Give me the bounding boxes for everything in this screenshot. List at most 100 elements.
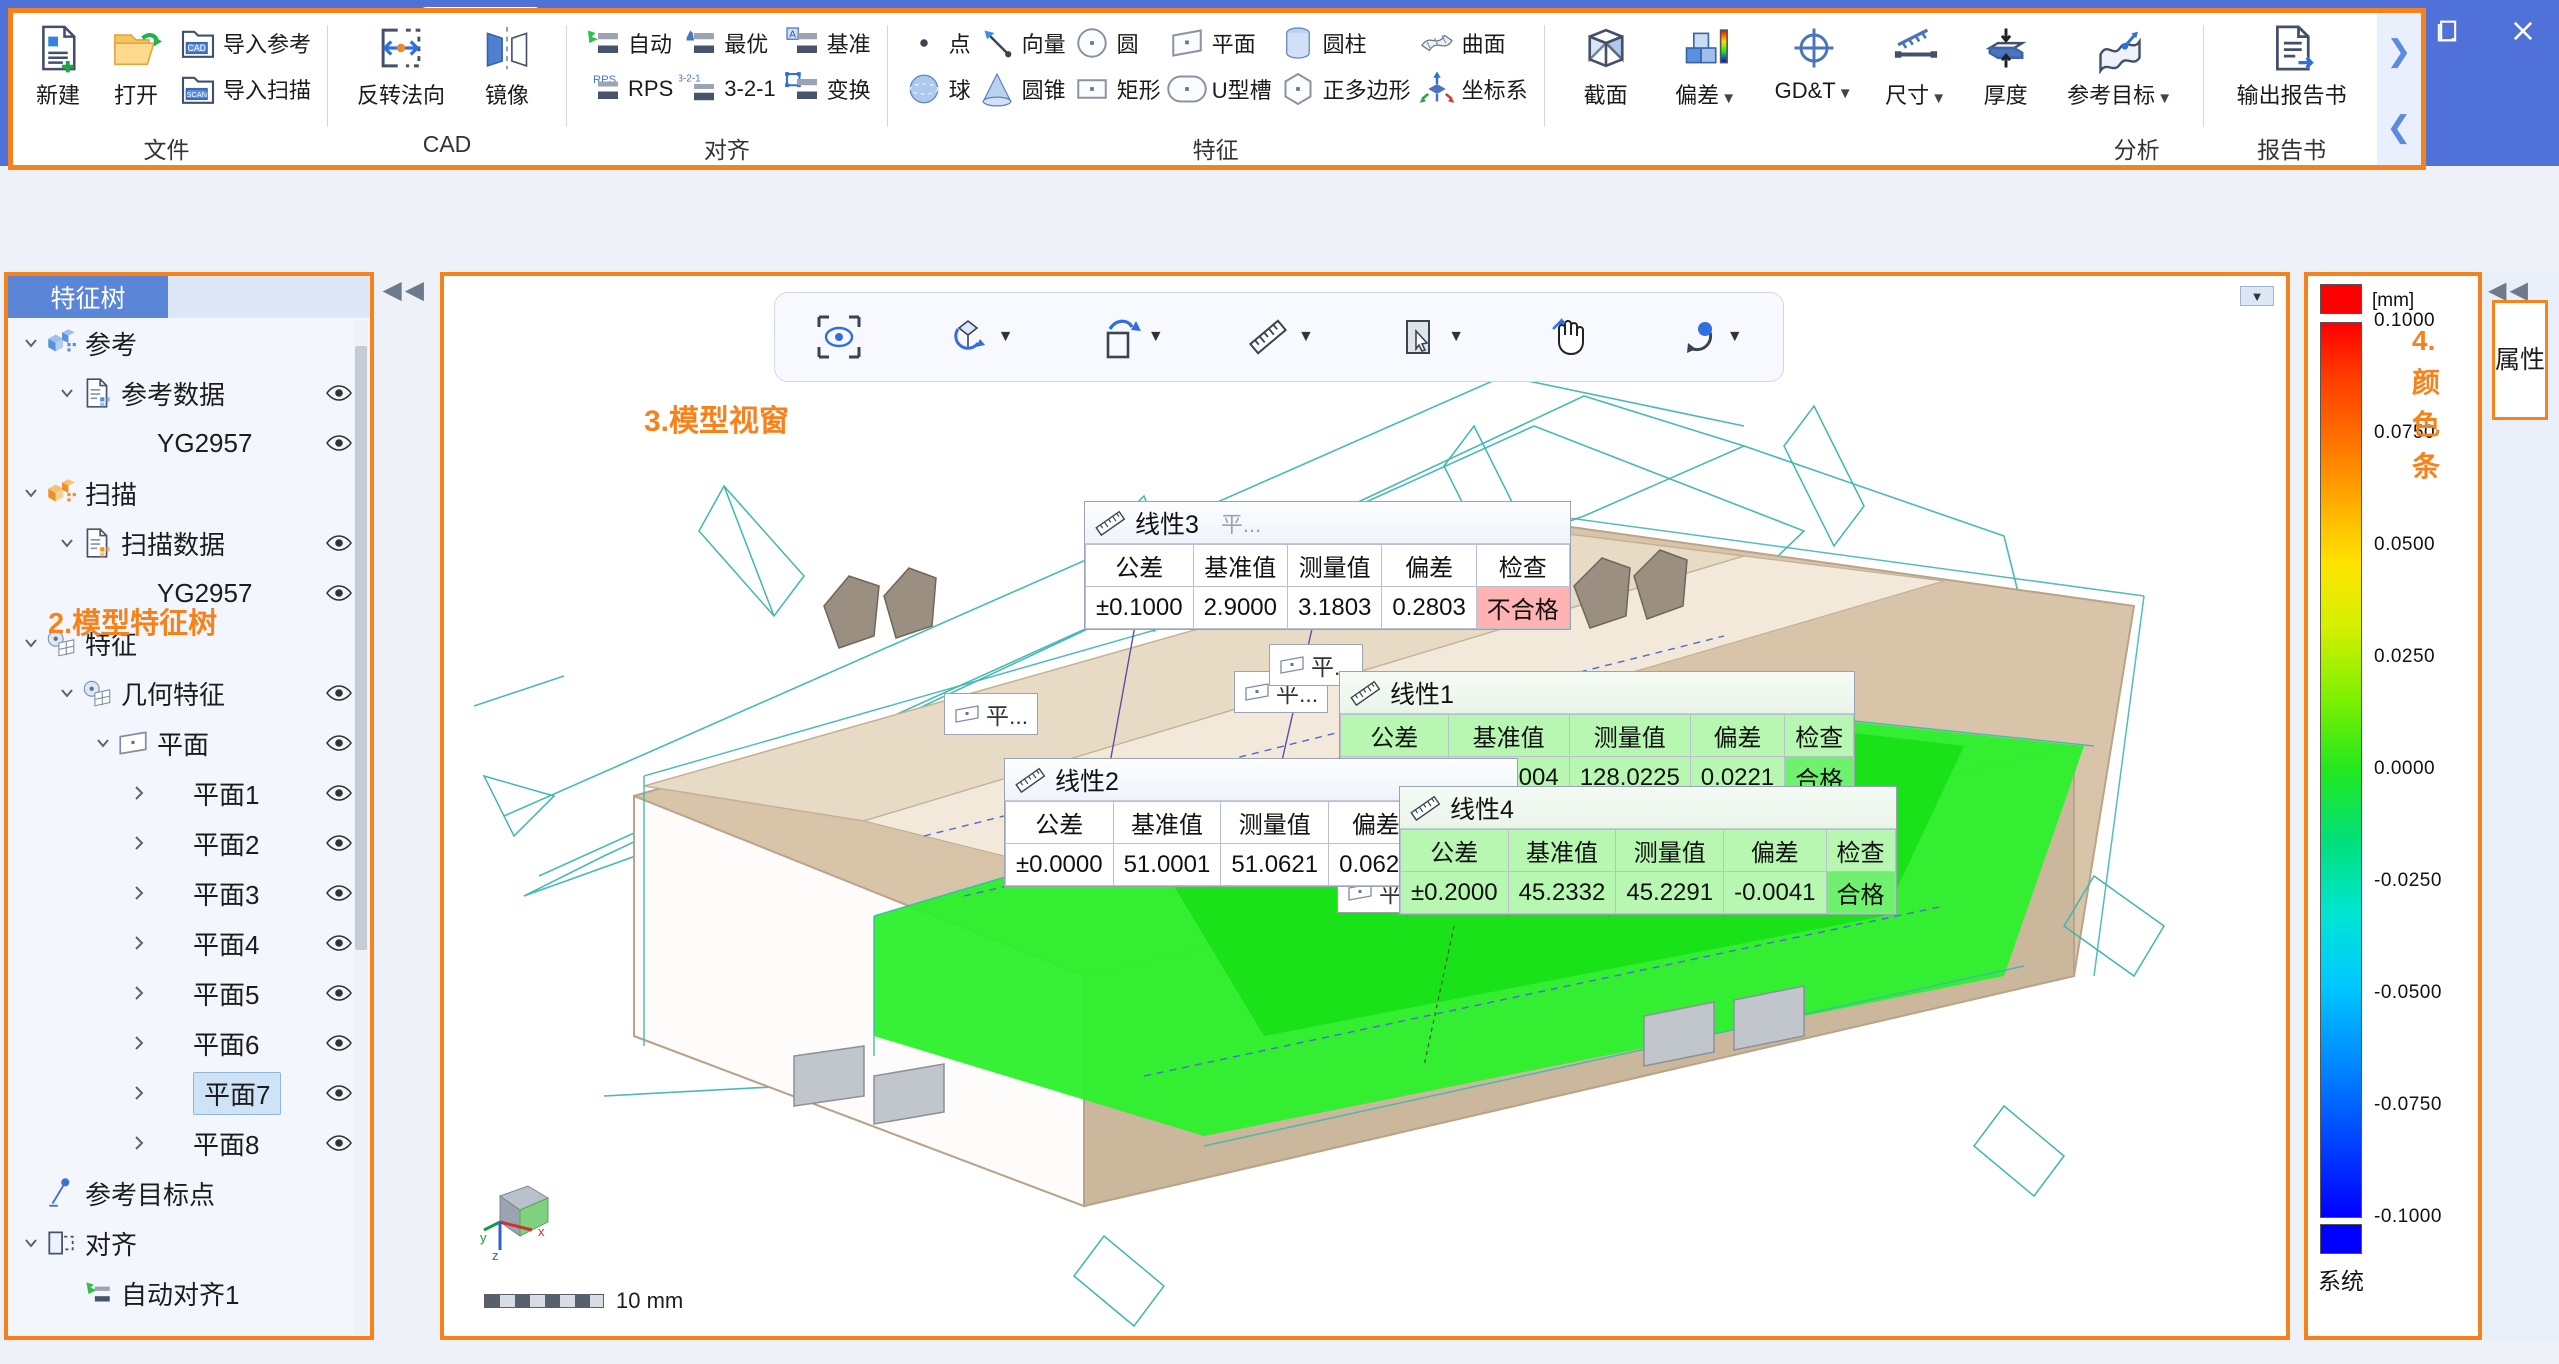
visibility-eye-icon[interactable]: [326, 733, 352, 753]
chevron-down-icon[interactable]: ▼: [1448, 328, 1464, 346]
ribbon-button-surface[interactable]: 曲面: [1414, 20, 1531, 65]
ribbon-button-open[interactable]: 打开: [97, 20, 175, 110]
tree-item-3[interactable]: 扫描: [8, 468, 370, 518]
tree-item-8[interactable]: 平面: [8, 718, 370, 768]
tree-item-16[interactable]: 平面8: [8, 1118, 370, 1168]
viewport-tool-measure-ruler[interactable]: ▼: [1244, 313, 1314, 361]
chevron-down-icon[interactable]: [18, 1230, 44, 1256]
collapse-left-icon[interactable]: ◀: [383, 275, 402, 305]
ribbon-button-new[interactable]: 新建: [19, 20, 97, 110]
dropdown-chip-icon[interactable]: ▼: [2240, 286, 2274, 306]
tree-item-7[interactable]: 几何特征: [8, 668, 370, 718]
tree-item-15[interactable]: 平面7: [8, 1068, 370, 1118]
chevron-down-icon[interactable]: [18, 330, 44, 356]
chevron-down-icon[interactable]: ▼: [1838, 85, 1853, 102]
chevron-down-icon[interactable]: [54, 680, 80, 706]
tab-properties[interactable]: 属性: [2492, 300, 2548, 420]
ribbon-button-polygon[interactable]: 正多边形: [1275, 66, 1414, 111]
ribbon-button-321-align[interactable]: 3-2-1 3-2-1: [676, 66, 778, 111]
visibility-eye-icon[interactable]: [326, 1133, 352, 1153]
chevron-down-icon[interactable]: ▼: [998, 328, 1014, 346]
ribbon-button-import-cad[interactable]: CAD 导入参考: [175, 20, 314, 65]
chevron-down-icon[interactable]: ▼: [1931, 90, 1946, 107]
chevron-right-icon[interactable]: [126, 780, 152, 806]
visibility-eye-icon[interactable]: [326, 983, 352, 1003]
ribbon-button-export-report[interactable]: 输出报告书: [2217, 20, 2367, 110]
ribbon-button-thickness[interactable]: 厚度: [1962, 20, 2050, 110]
collapse-left-icon[interactable]: ◀: [405, 275, 424, 305]
visibility-eye-icon[interactable]: [326, 583, 352, 603]
tree-item-2[interactable]: YG2957: [8, 418, 370, 468]
model-viewport[interactable]: ▼▼▼▼▼ ▼ 3.模型视窗 平...平...平...平...平...平...平…: [440, 272, 2290, 1340]
chevron-right-icon[interactable]: [126, 1030, 152, 1056]
ribbon-button-circle[interactable]: 圆: [1069, 20, 1164, 65]
tree-item-1[interactable]: 参考数据: [8, 368, 370, 418]
ribbon-button-rectangle[interactable]: 矩形: [1069, 66, 1164, 111]
visibility-eye-icon[interactable]: [326, 933, 352, 953]
ribbon-button-auto-align[interactable]: 自动: [580, 20, 676, 65]
chevron-down-icon[interactable]: ▼: [1298, 328, 1314, 346]
ribbon-button-vector[interactable]: 向量: [974, 20, 1069, 65]
restore-icon[interactable]: [2427, 11, 2467, 51]
ribbon-button-reference-target[interactable]: 参考目标 ▼: [2050, 20, 2190, 110]
ribbon-button-flip-normal[interactable]: 反转法向: [341, 20, 461, 110]
chevron-down-icon[interactable]: ▼: [1727, 328, 1743, 346]
ribbon-button-cone[interactable]: 圆锥: [974, 66, 1069, 111]
chevron-right-icon[interactable]: [126, 1080, 152, 1106]
ribbon-button-dimension[interactable]: 尺寸 ▼: [1870, 20, 1962, 110]
tree-item-9[interactable]: 平面1: [8, 768, 370, 818]
chevron-right-icon[interactable]: ❯: [2386, 34, 2411, 69]
measurement-callout[interactable]: 线性4 公差 基准值 测量值 偏差 检查 ±0.2000 45.2332 45.2291 -0.0…: [1399, 786, 1897, 915]
ribbon-button-rps-align[interactable]: RPS RPS: [580, 66, 676, 111]
visibility-eye-icon[interactable]: [326, 833, 352, 853]
ribbon-button-plane[interactable]: 平面: [1164, 20, 1275, 65]
chevron-down-icon[interactable]: [18, 480, 44, 506]
chevron-right-icon[interactable]: [126, 880, 152, 906]
chevron-down-icon[interactable]: ▼: [1721, 90, 1736, 107]
chevron-down-icon[interactable]: [18, 630, 44, 656]
viewport-tool-pick-point[interactable]: ▼: [1673, 313, 1743, 361]
visibility-eye-icon[interactable]: [326, 783, 352, 803]
chevron-down-icon[interactable]: ▼: [2157, 90, 2172, 107]
ribbon-button-datum-align[interactable]: A 基准: [779, 20, 874, 65]
chevron-right-icon[interactable]: [126, 930, 152, 956]
ribbon-button-transform[interactable]: 变换: [779, 66, 874, 111]
measurement-callout[interactable]: 线性3 平... 公差 基准值 测量值 偏差 检查 ±0.1000 2.9000 3.1803 0.…: [1084, 501, 1571, 630]
ribbon-button-import-scan[interactable]: SCAN 导入扫描: [175, 66, 314, 111]
tree-item-10[interactable]: 平面2: [8, 818, 370, 868]
viewport-tool-rotate-view[interactable]: ▼: [944, 313, 1014, 361]
viewport-tool-fit-view[interactable]: [815, 313, 863, 361]
chevron-left-icon[interactable]: ❮: [2386, 110, 2411, 145]
ribbon-button-section[interactable]: 截面: [1558, 20, 1654, 110]
chevron-right-icon[interactable]: [126, 1130, 152, 1156]
ribbon-button-deviation[interactable]: 偏差 ▼: [1654, 20, 1758, 110]
tree-scrollbar[interactable]: [354, 320, 368, 1334]
visibility-eye-icon[interactable]: [326, 883, 352, 903]
chevron-down-icon[interactable]: [54, 380, 80, 406]
ribbon-button-best-fit[interactable]: 最优: [676, 20, 778, 65]
visibility-eye-icon[interactable]: [326, 1033, 352, 1053]
ribbon-button-point[interactable]: 点: [901, 20, 974, 65]
viewport-tool-pan-hand[interactable]: [1545, 313, 1593, 361]
visibility-eye-icon[interactable]: [326, 533, 352, 553]
visibility-eye-icon[interactable]: [326, 683, 352, 703]
tree-item-17[interactable]: 参考目标点: [8, 1168, 370, 1218]
chevron-right-icon[interactable]: [126, 980, 152, 1006]
viewport-tool-select-rectangle[interactable]: ▼: [1394, 313, 1464, 361]
chevron-down-icon[interactable]: [54, 530, 80, 556]
visibility-eye-icon[interactable]: [326, 433, 352, 453]
close-icon[interactable]: [2503, 11, 2543, 51]
tree-item-18[interactable]: 对齐: [8, 1218, 370, 1268]
visibility-eye-icon[interactable]: [326, 383, 352, 403]
ribbon-button-coordinate-system[interactable]: 坐标系: [1414, 66, 1531, 111]
tree-item-11[interactable]: 平面3: [8, 868, 370, 918]
tree-item-12[interactable]: 平面4: [8, 918, 370, 968]
tree-item-4[interactable]: 扫描数据: [8, 518, 370, 568]
tree-scrollbar-thumb[interactable]: [355, 346, 367, 950]
tree-item-14[interactable]: 平面6: [8, 1018, 370, 1068]
ribbon-button-mirror[interactable]: 镜像: [461, 20, 553, 110]
tree-item-0[interactable]: 参考: [8, 318, 370, 368]
panel-collapse-controls[interactable]: ◀ ◀: [383, 275, 424, 305]
plane-callout-chip[interactable]: 平...: [944, 693, 1039, 735]
tree-item-19[interactable]: 自动对齐1: [8, 1268, 370, 1318]
